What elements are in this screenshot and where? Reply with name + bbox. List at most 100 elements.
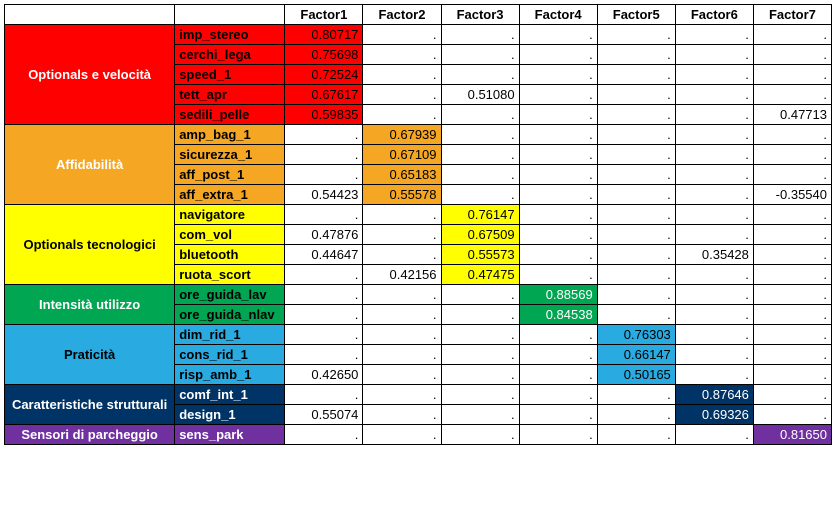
value-cell: . (675, 25, 753, 45)
category-label: Caratteristiche strutturali (5, 385, 175, 425)
table-body: Optionals e velocitàimp_stereo0.80717...… (5, 25, 832, 445)
value-cell: . (597, 65, 675, 85)
value-cell: . (753, 265, 831, 285)
table-row: Caratteristiche strutturalicomf_int_1...… (5, 385, 832, 405)
header-blank-2 (175, 5, 285, 25)
value-cell: . (597, 285, 675, 305)
value-cell: 0.88569 (519, 285, 597, 305)
table-header-row: Factor1 Factor2 Factor3 Factor4 Factor5 … (5, 5, 832, 25)
value-cell: . (285, 325, 363, 345)
value-cell: . (597, 165, 675, 185)
value-cell: . (675, 225, 753, 245)
header-factor3: Factor3 (441, 5, 519, 25)
table-row: Sensori di parcheggiosens_park......0.81… (5, 425, 832, 445)
value-cell: . (597, 25, 675, 45)
value-cell: . (597, 185, 675, 205)
value-cell: 0.54423 (285, 185, 363, 205)
value-cell: . (363, 225, 441, 245)
value-cell: 0.69326 (675, 405, 753, 425)
category-label: Optionals tecnologici (5, 205, 175, 285)
value-cell: . (753, 45, 831, 65)
value-cell: . (597, 305, 675, 325)
value-cell: . (285, 345, 363, 365)
value-cell: 0.67109 (363, 145, 441, 165)
value-cell: . (675, 125, 753, 145)
table-row: Praticitàdim_rid_1....0.76303.. (5, 325, 832, 345)
table-row: Intensità utilizzoore_guida_lav...0.8856… (5, 285, 832, 305)
value-cell: . (519, 25, 597, 45)
variable-label: cerchi_lega (175, 45, 285, 65)
value-cell: 0.47876 (285, 225, 363, 245)
value-cell: . (675, 145, 753, 165)
value-cell: . (753, 165, 831, 185)
value-cell: . (753, 125, 831, 145)
variable-label: aff_extra_1 (175, 185, 285, 205)
value-cell: . (753, 205, 831, 225)
value-cell: . (675, 205, 753, 225)
value-cell: 0.84538 (519, 305, 597, 325)
value-cell: 0.55578 (363, 185, 441, 205)
value-cell: . (441, 425, 519, 445)
value-cell: . (519, 365, 597, 385)
value-cell: 0.47475 (441, 265, 519, 285)
value-cell: . (363, 85, 441, 105)
value-cell: . (285, 125, 363, 145)
value-cell: 0.72524 (285, 65, 363, 85)
variable-label: imp_stereo (175, 25, 285, 45)
value-cell: . (519, 405, 597, 425)
value-cell: 0.76147 (441, 205, 519, 225)
value-cell: . (441, 385, 519, 405)
value-cell: . (597, 125, 675, 145)
variable-label: ore_guida_lav (175, 285, 285, 305)
value-cell: 0.65183 (363, 165, 441, 185)
value-cell: . (441, 365, 519, 385)
table-row: Affidabilitàamp_bag_1.0.67939..... (5, 125, 832, 145)
value-cell: . (597, 405, 675, 425)
value-cell: 0.44647 (285, 245, 363, 265)
value-cell: . (441, 405, 519, 425)
value-cell: . (519, 185, 597, 205)
header-blank-1 (5, 5, 175, 25)
value-cell: . (285, 165, 363, 185)
value-cell: . (753, 385, 831, 405)
value-cell: 0.50165 (597, 365, 675, 385)
value-cell: . (519, 385, 597, 405)
value-cell: . (363, 245, 441, 265)
value-cell: . (519, 225, 597, 245)
value-cell: . (753, 365, 831, 385)
value-cell: . (519, 245, 597, 265)
variable-label: tett_apr (175, 85, 285, 105)
value-cell: . (675, 325, 753, 345)
category-label: Praticità (5, 325, 175, 385)
value-cell: . (363, 325, 441, 345)
value-cell: . (441, 145, 519, 165)
value-cell: . (675, 45, 753, 65)
value-cell: . (753, 285, 831, 305)
value-cell: . (363, 45, 441, 65)
category-label: Sensori di parcheggio (5, 425, 175, 445)
value-cell: . (753, 345, 831, 365)
value-cell: . (597, 425, 675, 445)
value-cell: . (675, 105, 753, 125)
value-cell: . (441, 125, 519, 145)
value-cell: . (753, 325, 831, 345)
value-cell: . (597, 265, 675, 285)
value-cell: . (519, 345, 597, 365)
value-cell: . (363, 405, 441, 425)
variable-label: aff_post_1 (175, 165, 285, 185)
value-cell: . (519, 205, 597, 225)
value-cell: . (363, 65, 441, 85)
value-cell: . (519, 145, 597, 165)
variable-label: ruota_scort (175, 265, 285, 285)
variable-label: speed_1 (175, 65, 285, 85)
value-cell: . (597, 205, 675, 225)
value-cell: . (675, 425, 753, 445)
value-cell: . (597, 245, 675, 265)
variable-label: dim_rid_1 (175, 325, 285, 345)
variable-label: risp_amb_1 (175, 365, 285, 385)
value-cell: . (285, 285, 363, 305)
factor-loadings-table: Factor1 Factor2 Factor3 Factor4 Factor5 … (4, 4, 832, 445)
value-cell: . (597, 385, 675, 405)
value-cell: . (363, 25, 441, 45)
value-cell: . (753, 405, 831, 425)
